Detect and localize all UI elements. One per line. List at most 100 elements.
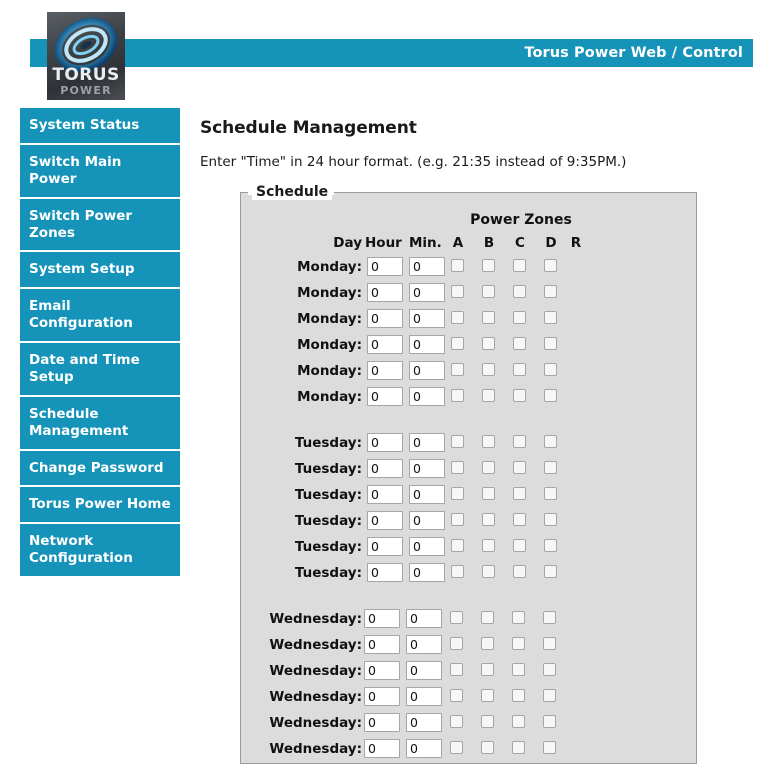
hour-input[interactable] [367, 387, 403, 406]
minute-input[interactable] [409, 361, 445, 380]
zone-c-checkbox[interactable] [512, 663, 525, 676]
zone-b-checkbox[interactable] [481, 663, 494, 676]
zone-a-checkbox[interactable] [451, 363, 464, 376]
hour-input[interactable] [364, 687, 400, 706]
zone-c-checkbox[interactable] [513, 513, 526, 526]
sidebar-item-change-password[interactable]: Change Password [20, 450, 180, 488]
zone-c-checkbox[interactable] [513, 487, 526, 500]
zone-c-checkbox[interactable] [513, 461, 526, 474]
zone-a-checkbox[interactable] [451, 337, 464, 350]
zone-b-checkbox[interactable] [482, 363, 495, 376]
hour-input[interactable] [367, 309, 403, 328]
zone-a-checkbox[interactable] [451, 311, 464, 324]
zone-d-checkbox[interactable] [544, 565, 557, 578]
minute-input[interactable] [406, 687, 442, 706]
hour-input[interactable] [364, 713, 400, 732]
zone-d-checkbox[interactable] [544, 539, 557, 552]
minute-input[interactable] [409, 537, 445, 556]
minute-input[interactable] [406, 713, 442, 732]
zone-d-checkbox[interactable] [544, 389, 557, 402]
zone-d-checkbox[interactable] [544, 363, 557, 376]
hour-input[interactable] [367, 433, 403, 452]
hour-input[interactable] [364, 635, 400, 654]
hour-input[interactable] [367, 537, 403, 556]
minute-input[interactable] [409, 309, 445, 328]
zone-b-checkbox[interactable] [482, 337, 495, 350]
zone-a-checkbox[interactable] [451, 539, 464, 552]
sidebar-item-torus-power-home[interactable]: Torus Power Home [20, 487, 180, 525]
minute-input[interactable] [409, 257, 445, 276]
zone-a-checkbox[interactable] [451, 285, 464, 298]
minute-input[interactable] [409, 433, 445, 452]
sidebar-item-switch-main-power[interactable]: Switch Main Power [20, 144, 180, 199]
zone-c-checkbox[interactable] [513, 285, 526, 298]
zone-a-checkbox[interactable] [450, 689, 463, 702]
zone-b-checkbox[interactable] [482, 259, 495, 272]
zone-d-checkbox[interactable] [544, 513, 557, 526]
zone-a-checkbox[interactable] [451, 461, 464, 474]
minute-input[interactable] [409, 459, 445, 478]
zone-d-checkbox[interactable] [544, 311, 557, 324]
zone-c-checkbox[interactable] [513, 259, 526, 272]
zone-b-checkbox[interactable] [482, 565, 495, 578]
hour-input[interactable] [367, 283, 403, 302]
zone-d-checkbox[interactable] [543, 663, 556, 676]
hour-input[interactable] [367, 485, 403, 504]
minute-input[interactable] [409, 563, 445, 582]
zone-a-checkbox[interactable] [451, 565, 464, 578]
zone-c-checkbox[interactable] [512, 637, 525, 650]
zone-a-checkbox[interactable] [450, 663, 463, 676]
hour-input[interactable] [364, 609, 400, 628]
hour-input[interactable] [367, 335, 403, 354]
zone-c-checkbox[interactable] [513, 565, 526, 578]
minute-input[interactable] [406, 635, 442, 654]
zone-b-checkbox[interactable] [482, 539, 495, 552]
zone-c-checkbox[interactable] [512, 741, 525, 754]
zone-d-checkbox[interactable] [544, 487, 557, 500]
hour-input[interactable] [367, 563, 403, 582]
zone-a-checkbox[interactable] [451, 389, 464, 402]
minute-input[interactable] [406, 609, 442, 628]
sidebar-item-schedule-management[interactable]: Schedule Management [20, 396, 180, 451]
zone-b-checkbox[interactable] [481, 689, 494, 702]
minute-input[interactable] [409, 485, 445, 504]
minute-input[interactable] [409, 283, 445, 302]
zone-c-checkbox[interactable] [513, 337, 526, 350]
sidebar-item-network-configuration[interactable]: Network Configuration [20, 524, 180, 576]
minute-input[interactable] [409, 387, 445, 406]
zone-c-checkbox[interactable] [512, 689, 525, 702]
zone-a-checkbox[interactable] [451, 259, 464, 272]
hour-input[interactable] [367, 257, 403, 276]
zone-d-checkbox[interactable] [544, 461, 557, 474]
zone-c-checkbox[interactable] [513, 363, 526, 376]
zone-b-checkbox[interactable] [481, 637, 494, 650]
minute-input[interactable] [409, 511, 445, 530]
zone-d-checkbox[interactable] [543, 637, 556, 650]
zone-c-checkbox[interactable] [512, 611, 525, 624]
zone-b-checkbox[interactable] [481, 611, 494, 624]
zone-b-checkbox[interactable] [481, 715, 494, 728]
minute-input[interactable] [406, 739, 442, 758]
zone-a-checkbox[interactable] [450, 611, 463, 624]
sidebar-item-system-status[interactable]: System Status [20, 108, 180, 145]
zone-b-checkbox[interactable] [481, 741, 494, 754]
hour-input[interactable] [367, 361, 403, 380]
zone-a-checkbox[interactable] [451, 487, 464, 500]
zone-c-checkbox[interactable] [513, 389, 526, 402]
zone-b-checkbox[interactable] [482, 285, 495, 298]
zone-b-checkbox[interactable] [482, 435, 495, 448]
hour-input[interactable] [367, 459, 403, 478]
zone-d-checkbox[interactable] [543, 689, 556, 702]
zone-d-checkbox[interactable] [543, 611, 556, 624]
sidebar-item-switch-power-zones[interactable]: Switch Power Zones [20, 198, 180, 253]
zone-a-checkbox[interactable] [450, 637, 463, 650]
zone-d-checkbox[interactable] [544, 337, 557, 350]
zone-d-checkbox[interactable] [544, 285, 557, 298]
zone-a-checkbox[interactable] [451, 513, 464, 526]
zone-d-checkbox[interactable] [544, 435, 557, 448]
zone-a-checkbox[interactable] [450, 715, 463, 728]
zone-b-checkbox[interactable] [482, 311, 495, 324]
minute-input[interactable] [409, 335, 445, 354]
zone-c-checkbox[interactable] [512, 715, 525, 728]
hour-input[interactable] [364, 661, 400, 680]
